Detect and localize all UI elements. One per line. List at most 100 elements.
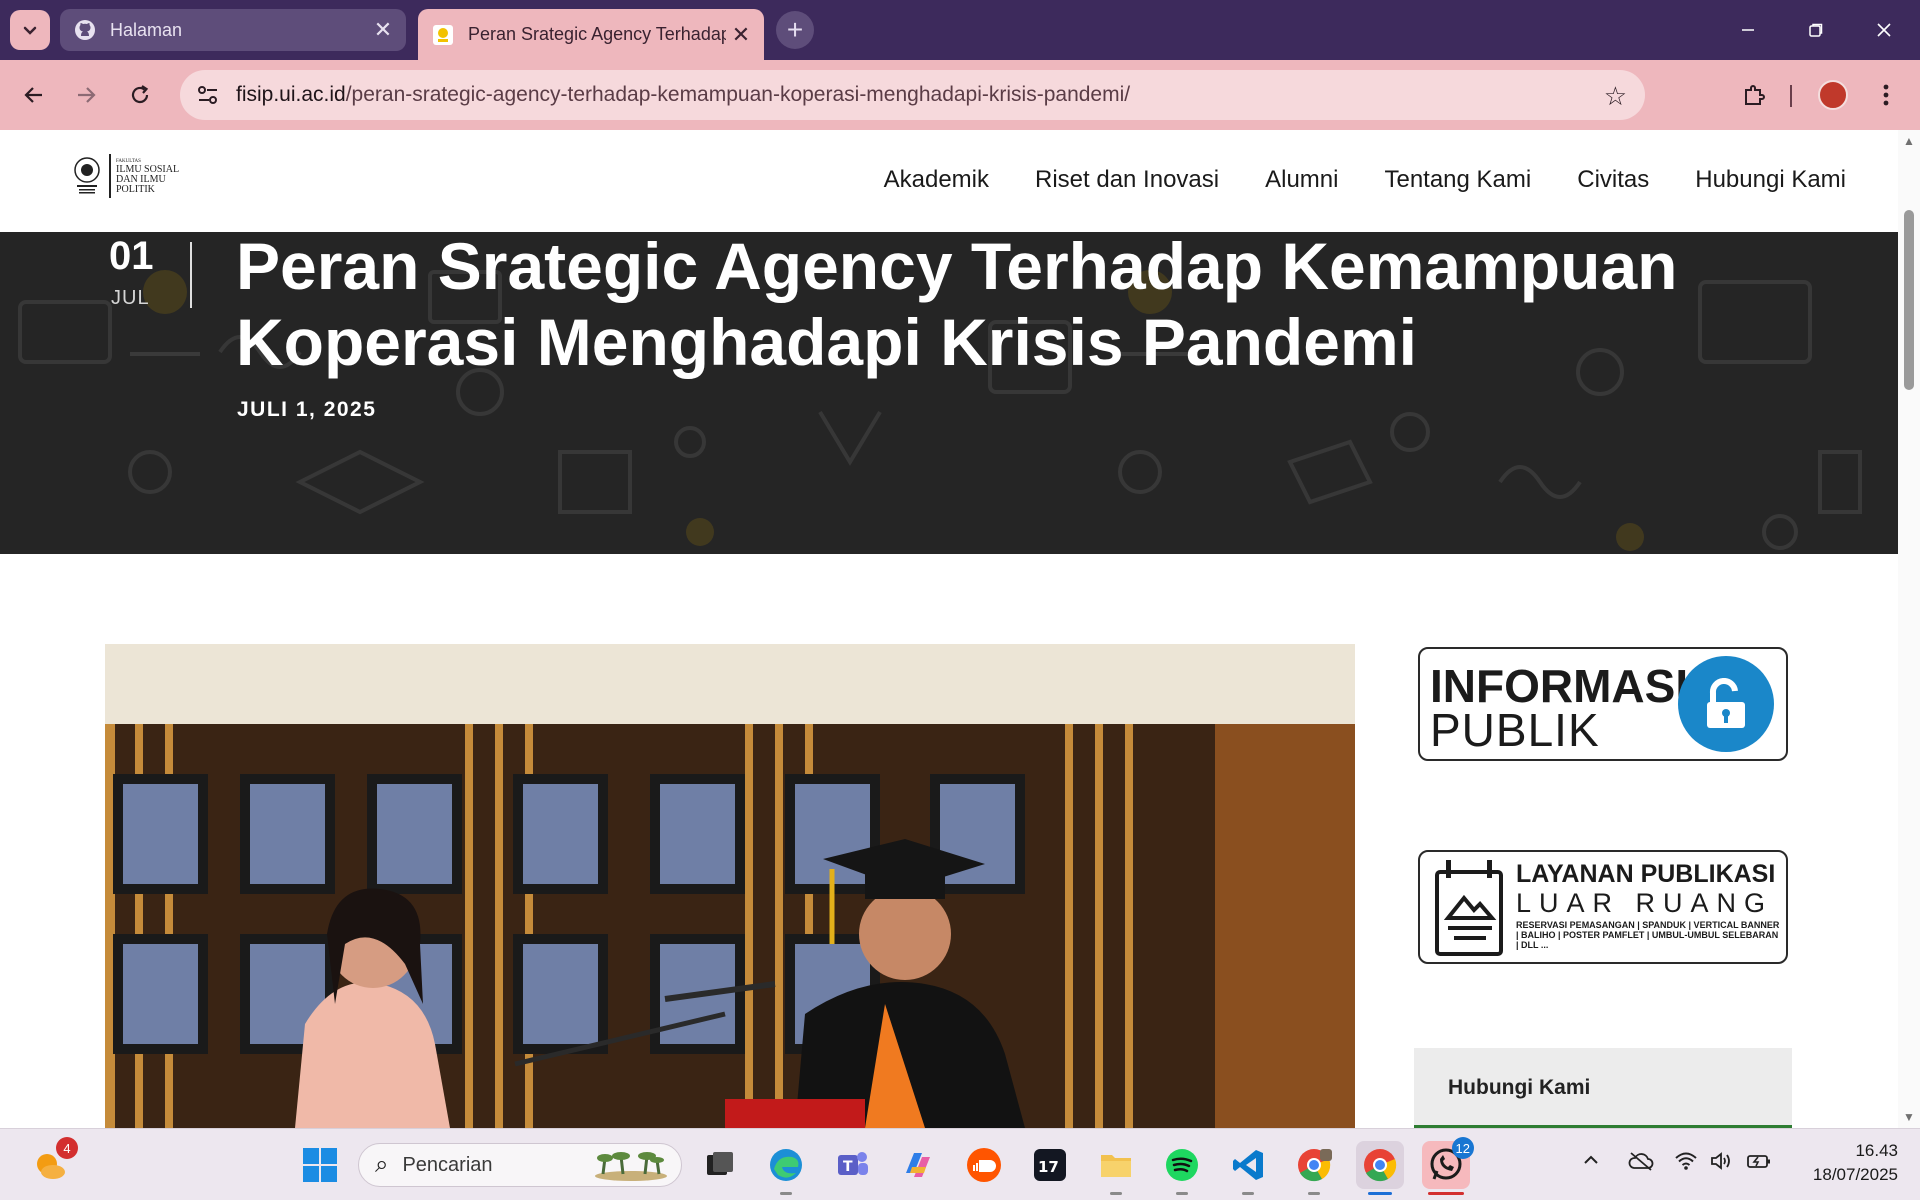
new-tab-button[interactable]: +	[776, 11, 814, 49]
date-divider	[190, 242, 192, 308]
github-icon	[74, 19, 96, 41]
scroll-thumb[interactable]	[1904, 210, 1914, 390]
scroll-up-icon[interactable]: ▲	[1903, 134, 1915, 148]
soundcloud-icon	[967, 1148, 1001, 1182]
nav-tentang-kami[interactable]: Tentang Kami	[1384, 166, 1531, 194]
taskbar-file-explorer[interactable]	[1092, 1141, 1140, 1195]
post-hero: 01 JUL Peran Srategic Agency Terhadap Ke…	[0, 232, 1898, 554]
nav-akademik[interactable]: Akademik	[884, 166, 989, 194]
chrome-icon	[1364, 1149, 1397, 1182]
plus-icon: +	[786, 14, 804, 45]
close-icon	[1877, 23, 1891, 37]
close-window-button[interactable]	[1850, 0, 1918, 60]
minimize-button[interactable]	[1714, 0, 1782, 60]
taskbar-copilot[interactable]	[894, 1141, 942, 1189]
nav-civitas[interactable]: Civitas	[1577, 166, 1649, 194]
svg-text:17: 17	[1038, 1158, 1059, 1176]
clock-date: 18/07/2025	[1812, 1165, 1898, 1184]
nav-hubungi-kami[interactable]: Hubungi Kami	[1695, 166, 1846, 194]
browser-menu-button[interactable]	[1866, 75, 1906, 115]
folder-icon	[1101, 1155, 1131, 1177]
address-bar[interactable]: fisip.ui.ac.id/peran-srategic-agency-ter…	[180, 70, 1645, 120]
taskbar-tradingview[interactable]: 17	[1026, 1141, 1074, 1189]
svg-text:T: T	[843, 1159, 853, 1175]
windows-icon	[303, 1148, 337, 1182]
ui-favicon-icon	[432, 24, 454, 46]
active-indicator	[1368, 1192, 1392, 1195]
browser-toolbar: fisip.ui.ac.id/peran-srategic-agency-ter…	[0, 60, 1920, 130]
main-nav: Akademik Riset dan Inovasi Alumni Tentan…	[838, 166, 1846, 194]
tab-search-button[interactable]	[10, 10, 50, 50]
back-button[interactable]	[14, 75, 54, 115]
system-clock[interactable]: 16.43 18/07/2025	[1813, 1139, 1898, 1187]
banner-description: RESERVASI PEMASANGAN | SPANDUK | VERTICA…	[1516, 920, 1780, 950]
tab-title: Halaman	[110, 19, 183, 40]
weather-widget[interactable]: 4	[26, 1137, 78, 1189]
wifi-icon[interactable]	[1674, 1151, 1698, 1177]
arrow-right-icon	[78, 87, 96, 103]
scroll-down-icon[interactable]: ▼	[1903, 1110, 1915, 1124]
tab-strip: Halaman ✕ Peran Srategic Agency Terhadap…	[0, 0, 1920, 60]
more-vertical-icon	[1883, 84, 1889, 106]
taskbar-chrome[interactable]	[1356, 1141, 1404, 1195]
tab-peran-srategic[interactable]: Peran Srategic Agency Terhadap ✕	[418, 9, 764, 60]
featured-image	[105, 644, 1355, 1128]
search-icon: ⌕	[375, 1151, 389, 1178]
battery-icon[interactable]	[1746, 1151, 1772, 1177]
teams-icon: T	[838, 1152, 868, 1175]
taskbar-spotify[interactable]	[1158, 1141, 1206, 1195]
url-text: fisip.ui.ac.id/peran-srategic-agency-ter…	[236, 83, 1130, 107]
copilot-icon	[906, 1153, 930, 1177]
taskbar-chrome-profile[interactable]	[1290, 1141, 1338, 1195]
tab-halaman[interactable]: Halaman ✕	[60, 9, 406, 51]
banner-subtitle: LUAR RUANG	[1516, 888, 1774, 918]
bookmark-star-icon[interactable]: ☆	[1604, 81, 1627, 112]
chevron-down-icon	[23, 26, 37, 35]
onedrive-icon[interactable]	[1628, 1151, 1654, 1177]
reload-icon	[131, 85, 149, 104]
close-icon[interactable]: ✕	[368, 17, 398, 43]
windows-taskbar: 4 ⌕ Pencarian T 17 12 16.43 18/07/2025	[0, 1128, 1920, 1200]
start-button[interactable]	[296, 1141, 344, 1189]
restore-icon	[1809, 23, 1823, 37]
arrow-left-icon	[24, 87, 42, 103]
volume-icon[interactable]	[1710, 1151, 1734, 1177]
close-icon[interactable]: ✕	[726, 22, 756, 48]
page-scrollbar[interactable]: ▲ ▼	[1898, 130, 1920, 1128]
taskbar-task-view[interactable]	[696, 1141, 744, 1189]
site-header: FAKULTAS ILMU SOSIAL DAN ILMU POLITIK Ak…	[0, 130, 1898, 232]
chevron-up-icon[interactable]	[1582, 1151, 1600, 1175]
taskbar-edge[interactable]	[762, 1141, 810, 1195]
taskbar-teams[interactable]: T	[828, 1141, 876, 1189]
taskbar-vscode[interactable]	[1224, 1141, 1272, 1195]
running-indicator	[780, 1192, 792, 1195]
taskbar-search[interactable]: ⌕ Pencarian	[358, 1143, 682, 1187]
attention-indicator	[1428, 1192, 1464, 1195]
fisip-logo[interactable]: FAKULTAS ILMU SOSIAL DAN ILMU POLITIK	[73, 154, 179, 198]
nav-riset-dan-inovasi[interactable]: Riset dan Inovasi	[1035, 166, 1219, 194]
logo-line: ILMU SOSIAL	[116, 163, 180, 175]
url-path: /peran-srategic-agency-terhadap-kemampua…	[345, 83, 1131, 106]
banner-title: LAYANAN PUBLIKASI	[1516, 860, 1776, 888]
site-info-icon[interactable]	[180, 84, 236, 106]
url-domain: fisip.ui.ac.id	[236, 83, 346, 106]
search-placeholder: Pencarian	[402, 1153, 493, 1176]
taskbar-soundcloud[interactable]	[960, 1141, 1008, 1189]
restore-button[interactable]	[1782, 0, 1850, 60]
banner-subtitle: PUBLIK	[1430, 704, 1600, 756]
informasi-publik-banner[interactable]: INFORMASI PUBLIK	[1418, 647, 1788, 761]
vscode-icon	[1233, 1150, 1263, 1180]
search-highlight-icon	[595, 1152, 667, 1181]
layanan-publikasi-banner[interactable]: LAYANAN PUBLIKASI LUAR RUANG RESERVASI P…	[1418, 850, 1788, 964]
running-indicator	[1308, 1192, 1320, 1195]
profile-avatar[interactable]	[1818, 80, 1848, 110]
taskbar-whatsapp[interactable]: 12	[1422, 1137, 1474, 1195]
unlock-icon	[1678, 656, 1774, 752]
nav-alumni[interactable]: Alumni	[1265, 166, 1338, 194]
minimize-icon	[1742, 29, 1754, 31]
reload-button[interactable]	[120, 75, 160, 115]
forward-button[interactable]	[66, 75, 106, 115]
extensions-button[interactable]	[1734, 75, 1774, 115]
post-day: 01	[109, 234, 154, 278]
spotify-icon	[1166, 1149, 1198, 1181]
